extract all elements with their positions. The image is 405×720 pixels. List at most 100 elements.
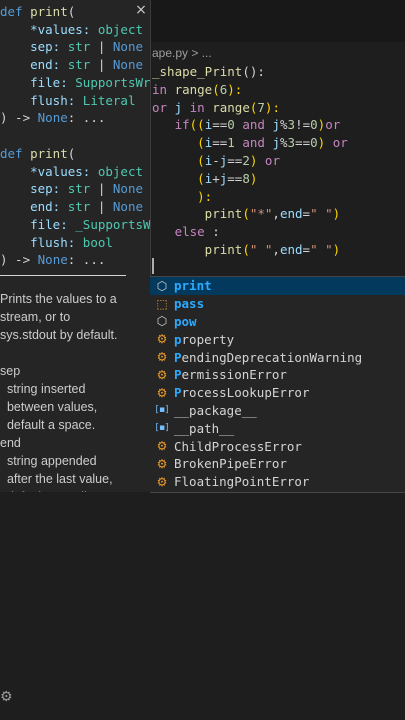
suggestion-item[interactable]: ⚙ FloatingPointError: [150, 473, 405, 491]
code-token: if: [152, 117, 190, 133]
suggestion-item[interactable]: ⬡ pow: [150, 313, 405, 331]
code-token: (: [152, 152, 205, 168]
code-line[interactable]: in range(6):: [152, 81, 405, 99]
suggestion-label: __package__: [174, 403, 257, 418]
signature-token: ) ->: [0, 110, 38, 126]
suggestion-label: ChildProcessError: [174, 439, 302, 454]
signature-line: flush: bool: [0, 234, 150, 252]
code-token: -: [212, 152, 220, 168]
class-icon: ⚙: [156, 385, 168, 400]
code-token: else: [152, 224, 213, 240]
code-line[interactable]: or j in range(7):: [152, 99, 405, 117]
suggestion-label: PendingDeprecationWarning: [174, 350, 362, 365]
suggestion-label: ProcessLookupError: [174, 385, 309, 400]
suggestion-item[interactable]: ⚙ PendingDeprecationWarning: [150, 348, 405, 366]
code-token: 8: [242, 170, 250, 186]
suggestion-item[interactable]: ⚙ BrokenPipeError: [150, 455, 405, 473]
code-line[interactable]: print(" ",end=" "): [152, 241, 405, 259]
suggestion-item[interactable]: [▪] __package__: [150, 402, 405, 420]
code-token: 3: [287, 117, 296, 133]
code-line[interactable]: else :: [152, 223, 405, 241]
code-token: j: [272, 117, 280, 133]
signature-token: None: [112, 39, 143, 55]
signature-token: str: [67, 57, 91, 73]
suggestion-item[interactable]: ⚙ PermissionError: [150, 366, 405, 384]
suggestion-item[interactable]: ⚙ property: [150, 330, 405, 348]
code-token: ): [332, 241, 341, 257]
signature-line: ) -> None: ...: [0, 251, 150, 269]
suggestion-item[interactable]: ⬚ pass: [150, 295, 405, 313]
signature-token: sep:: [0, 39, 68, 55]
signature-block: def print( *values: object sep: str | No…: [0, 3, 150, 127]
class-icon: ⚙: [156, 474, 168, 489]
code-token: (: [242, 241, 250, 257]
signature-line: sep: str | None: [0, 180, 150, 198]
code-token: end: [279, 241, 303, 257]
signature-token: None: [112, 57, 143, 73]
code-line[interactable]: (i-j==2) or: [152, 152, 405, 170]
code-editor[interactable]: _shape_Print(): in range(6): or j in range…: [152, 63, 405, 259]
signature-token: sep:: [0, 181, 68, 197]
signature-token: None: [112, 181, 143, 197]
signature-line: *values: object: [0, 163, 150, 181]
breadcrumb[interactable]: ape.py > ...: [152, 46, 212, 60]
code-token: " ": [310, 206, 333, 222]
code-token: ==: [212, 117, 228, 133]
label-rest: endingDeprecationWarning: [181, 349, 363, 365]
code-token: ): [332, 206, 341, 222]
signature-line: sep: str | None: [0, 38, 150, 56]
code-line[interactable]: ):: [152, 188, 405, 206]
code-token: %: [280, 117, 288, 133]
code-token: 0: [227, 117, 235, 133]
signature-line: def print(: [0, 3, 150, 21]
code-token: print: [152, 241, 243, 257]
code-token: in: [189, 99, 213, 115]
code-line[interactable]: if((i==0 and j%3!=0)or: [152, 116, 405, 134]
code-token: end: [279, 206, 303, 222]
signature-token: def: [0, 146, 31, 161]
signature-token: print: [30, 146, 68, 161]
signature-token: *values:: [0, 163, 98, 179]
doc-text: Prints the values to a stream, or to sys…: [0, 292, 118, 492]
gear-icon[interactable]: ⚙: [0, 689, 14, 705]
code-token: :: [212, 224, 220, 240]
signature-token: print: [30, 4, 68, 19]
suggestion-list[interactable]: ⬡ print ⬚ pass ⬡ pow ⚙ property ⚙ PendingDeprecat…: [150, 276, 405, 493]
code-line[interactable]: (i==1 and j%3==0) or: [152, 134, 405, 152]
hover-tooltip: × def print( *values: object sep: str | …: [0, 0, 151, 492]
code-token: ():: [242, 64, 265, 79]
code-line[interactable]: (i+j==8): [152, 170, 405, 188]
suggestion-item[interactable]: ⬡ print: [150, 277, 405, 295]
text-cursor: [152, 258, 154, 274]
code-token: in: [152, 81, 175, 97]
suggestion-item[interactable]: ⚙ ChildProcessError: [150, 437, 405, 455]
suggestion-label: __path__: [174, 421, 234, 436]
code-line[interactable]: print("*",end=" "): [152, 205, 405, 223]
code-token: %: [279, 135, 288, 151]
label-rest: __path__: [174, 420, 235, 436]
signature-line: file: _SupportsWrite: [0, 216, 150, 234]
code-token: =: [302, 241, 311, 257]
code-token: ):: [264, 99, 280, 115]
signature-token: None: [37, 110, 68, 126]
divider: [0, 275, 126, 276]
label-rest: FloatingPointError: [174, 474, 310, 490]
class-icon: ⚙: [156, 350, 168, 365]
suggestion-item[interactable]: ⚙ ProcessLookupError: [150, 384, 405, 402]
variable-icon: [▪]: [155, 405, 169, 416]
code-token: ):: [227, 81, 243, 97]
suggestion-item[interactable]: [▪] __path__: [150, 419, 405, 437]
signature-token: file:: [0, 216, 76, 232]
code-line[interactable]: _shape_Print():: [152, 63, 405, 81]
code-token: j: [174, 99, 190, 115]
code-token: =: [302, 206, 311, 222]
code-token: ): [249, 170, 258, 186]
code-token: (: [212, 81, 220, 97]
signature-line: *values: object: [0, 21, 150, 39]
signature-token: str: [67, 39, 91, 55]
suggestion-label: BrokenPipeError: [174, 456, 287, 471]
signature-line: flush: Literal: [0, 92, 150, 110]
match-highlight: P: [174, 349, 182, 365]
keyword-icon: ⬚: [156, 296, 168, 311]
match-highlight: pass: [174, 296, 205, 312]
